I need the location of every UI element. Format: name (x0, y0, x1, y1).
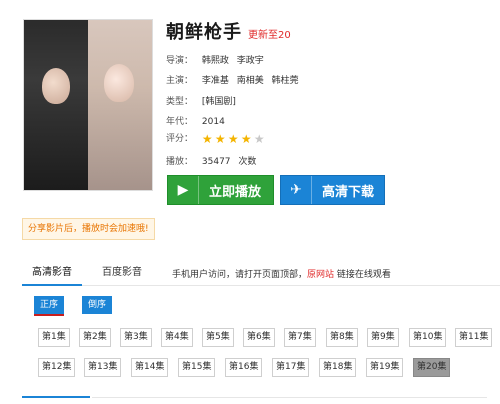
episode-button[interactable]: 第4集 (161, 328, 193, 347)
tab-baidu-video[interactable]: 百度影音 (92, 261, 152, 284)
share-hint: 分享影片后，播放时会加速哦! (22, 218, 155, 240)
cast-label: 主演： (166, 76, 194, 86)
genre-value: [韩国剧] (201, 97, 236, 107)
episode-button[interactable]: 第10集 (409, 328, 447, 347)
title-row: 朝鲜枪手 更新至20 (166, 18, 291, 44)
plays-row: 播放： 35477 次数 (166, 154, 261, 167)
episode-button[interactable]: 第18集 (319, 358, 357, 377)
episode-button[interactable]: 第2集 (79, 328, 111, 347)
episode-button[interactable]: 第6集 (243, 328, 275, 347)
episode-button[interactable]: 第15集 (178, 358, 216, 377)
original-site-link[interactable]: 原网站 (307, 270, 334, 280)
play-now-label: 立即播放 (209, 184, 262, 200)
star-filled-icon: ★ (227, 131, 239, 146)
rating-stars: ★ ★ ★ ★ ★ (202, 133, 266, 145)
play-now-button[interactable]: ▶ 立即播放 (167, 175, 274, 205)
bottom-active-tab-indicator (22, 396, 90, 398)
plays-count: 35477 (201, 157, 231, 167)
director-name: 李政宇 (236, 56, 264, 66)
year-row: 年代： 2014 (166, 114, 230, 127)
play-icon: ▶ (168, 176, 199, 204)
episode-button[interactable]: 第13集 (84, 358, 122, 377)
notice-prefix: 手机用户访问，请打开页面顶部， (172, 270, 308, 280)
sort-ascending-button[interactable]: 正序 (34, 296, 65, 316)
episode-button[interactable]: 第17集 (272, 358, 310, 377)
episode-button[interactable]: 第1集 (38, 328, 70, 347)
show-poster (23, 19, 153, 191)
notice-suffix: 链接在线观看 (334, 270, 391, 280)
cast-row: 主演： 李准基 南相美 韩柱莞 (166, 73, 304, 86)
director-row: 导演： 韩熙政 李政宇 (166, 53, 269, 66)
episode-button[interactable]: 第20集 (413, 358, 451, 377)
hd-download-button[interactable]: ✈ 高清下载 (280, 175, 385, 205)
cast-name: 南相美 (236, 76, 264, 86)
poster-left-actor (24, 20, 88, 190)
director-name: 韩熙政 (201, 56, 229, 66)
cast-name: 李准基 (201, 76, 229, 86)
episode-button[interactable]: 第8集 (326, 328, 358, 347)
episode-button[interactable]: 第16集 (225, 358, 263, 377)
show-title: 朝鲜枪手 (166, 22, 242, 43)
bottom-divider (92, 397, 487, 398)
cast-name: 韩柱莞 (271, 76, 299, 86)
update-status: 更新至20 (248, 30, 291, 41)
bird-icon: ✈ (281, 176, 312, 204)
director-label: 导演： (166, 56, 194, 66)
episode-button[interactable]: 第7集 (284, 328, 316, 347)
episode-button[interactable]: 第12集 (38, 358, 76, 377)
episode-button[interactable]: 第11集 (455, 328, 493, 347)
rating-label: 评分： (166, 134, 194, 144)
genre-row: 类型： [韩国剧] (166, 94, 241, 107)
actor-face (42, 68, 70, 104)
source-tabs: 高清影音 百度影音 手机用户访问，请打开页面顶部，原网站 链接在线观看 (22, 261, 500, 286)
episode-button[interactable]: 第9集 (367, 328, 399, 347)
star-filled-icon: ★ (240, 131, 252, 146)
mobile-notice: 手机用户访问，请打开页面顶部，原网站 链接在线观看 (172, 267, 391, 280)
plays-label: 播放： (166, 157, 194, 167)
sort-descending-button[interactable]: 倒序 (82, 296, 113, 314)
year-label: 年代： (166, 117, 194, 127)
year-value: 2014 (201, 117, 225, 127)
rating-row: 评分： ★ ★ ★ ★ ★ (166, 131, 266, 145)
hd-download-label: 高清下载 (322, 184, 375, 200)
genre-label: 类型： (166, 97, 194, 107)
poster-right-actress (88, 20, 152, 190)
star-filled-icon: ★ (201, 131, 213, 146)
episode-button[interactable]: 第19集 (366, 358, 404, 377)
episode-button[interactable]: 第14集 (131, 358, 169, 377)
actress-face (104, 64, 134, 102)
tab-hd-video[interactable]: 高清影音 (22, 261, 82, 286)
star-filled-icon: ★ (214, 131, 226, 146)
plays-unit: 次数 (238, 157, 257, 167)
episode-button[interactable]: 第3集 (120, 328, 152, 347)
star-empty-icon: ★ (253, 131, 265, 146)
episode-button[interactable]: 第5集 (202, 328, 234, 347)
